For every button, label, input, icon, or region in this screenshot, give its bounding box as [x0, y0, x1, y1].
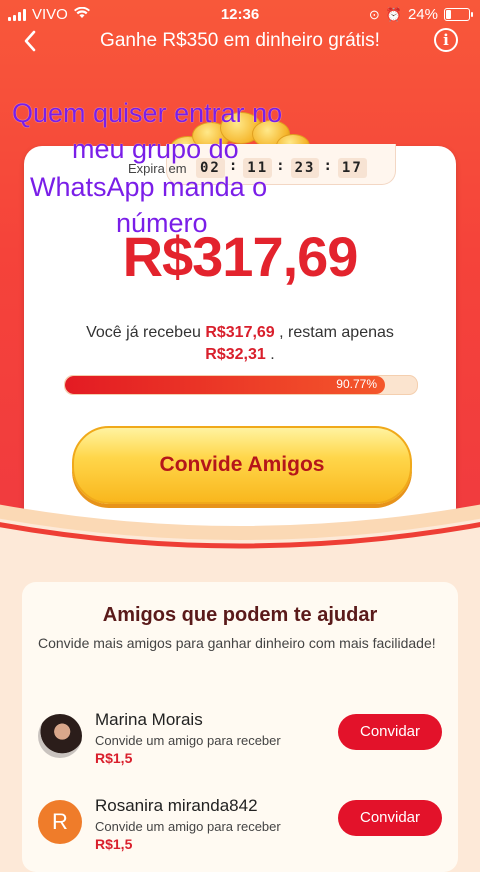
friend-description: Convide um amigo para receber — [95, 733, 281, 748]
info-button[interactable]: i — [434, 28, 458, 52]
app-header: Ganhe R$350 em dinheiro grátis! i — [0, 24, 480, 58]
progress-percent: 90.77% — [336, 377, 377, 391]
received-prefix: Você já recebeu — [86, 324, 201, 341]
reward-amount: R$317,69 — [122, 225, 359, 288]
invite-friends-button[interactable]: Convide Amigos — [72, 426, 412, 504]
alarm-icon: ⏰ — [385, 6, 402, 22]
invite-friend-button[interactable]: Convidar — [338, 714, 442, 750]
friend-item: R Rosanira miranda842 Convide um amigo p… — [38, 796, 442, 852]
overlay-text-line1: Quem quiser entrar no — [12, 98, 283, 128]
received-amount: R$317,69 — [205, 324, 275, 341]
received-middle: , restam apenas — [279, 324, 394, 341]
friend-name: Marina Morais — [95, 710, 203, 729]
received-suffix: . — [270, 346, 275, 363]
friends-title: Amigos que podem te ajudar — [102, 604, 378, 626]
friend-description: Convide um amigo para receber — [95, 819, 281, 834]
battery-percent: 24% — [407, 6, 438, 23]
friends-subtitle: Convide mais amigos para ganhar dinheiro… — [38, 635, 436, 651]
info-icon: i — [443, 31, 449, 49]
timer-centis: 17 — [337, 158, 367, 178]
avatar: R — [38, 800, 82, 844]
progress-bar: 90.77% — [64, 375, 418, 395]
overlay-text-line2: meu grupo do — [72, 134, 239, 164]
battery-icon — [444, 8, 473, 21]
chevron-left-icon — [24, 30, 36, 52]
friend-item: Marina Morais Convide um amigo para rece… — [38, 710, 442, 766]
lock-rotation-icon: ⊙ — [368, 6, 380, 22]
avatar — [38, 714, 82, 758]
remaining-amount: R$32,31 — [205, 346, 266, 363]
received-summary: Você já recebeu R$317,69 , restam apenas… — [40, 322, 440, 366]
friend-prize: R$1,5 — [95, 750, 133, 766]
overlay-text-line4: número — [116, 208, 208, 238]
back-button[interactable] — [18, 26, 48, 56]
overlay-text-line3: WhatsApp manda o — [30, 172, 268, 202]
friend-prize: R$1,5 — [95, 836, 133, 852]
friends-panel: Amigos que podem te ajudar Convide mais … — [22, 582, 458, 872]
invite-friend-button[interactable]: Convidar — [338, 800, 442, 836]
page-title: Ganhe R$350 em dinheiro grátis! — [100, 30, 380, 51]
friend-name: Rosanira miranda842 — [95, 796, 258, 815]
timer-seconds: 23 — [290, 158, 320, 178]
